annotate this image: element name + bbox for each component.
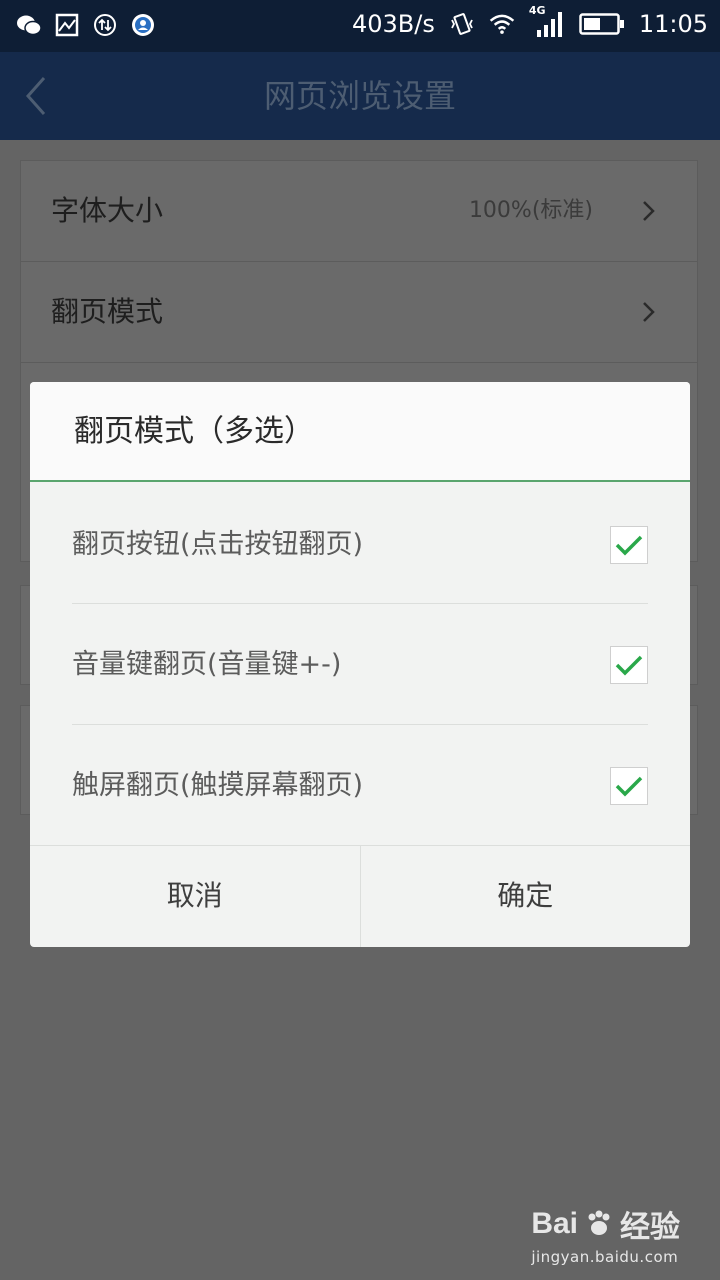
baidu-watermark: Bai 经验 jingyan.baidu.com	[531, 1202, 680, 1266]
watermark-brand-suffix: 经验	[620, 1211, 680, 1244]
option-label: 翻页按钮(点击按钮翻页)	[72, 529, 364, 560]
status-bar: 403B/s 4G 11:05	[0, 0, 720, 52]
watermark-url: jingyan.baidu.com	[531, 1248, 679, 1266]
option-touch-screen[interactable]: 触屏翻页(触摸屏幕翻页)	[72, 726, 648, 846]
option-page-button[interactable]: 翻页按钮(点击按钮翻页)	[72, 485, 648, 605]
font-size-label: 字体大小	[51, 194, 164, 227]
sync-icon	[92, 12, 118, 38]
option-label: 触屏翻页(触摸屏幕翻页)	[72, 770, 364, 801]
confirm-button[interactable]: 确定	[359, 846, 691, 947]
wifi-icon	[489, 11, 515, 37]
app-icon	[130, 12, 156, 38]
clock: 11:05	[638, 10, 708, 38]
cancel-button[interactable]: 取消	[30, 846, 360, 947]
check-icon	[615, 535, 643, 556]
font-size-value: 100%(标准)	[468, 198, 593, 223]
image-icon	[54, 12, 80, 38]
battery-icon	[579, 11, 625, 37]
wechat-icon	[16, 12, 42, 38]
divider	[72, 603, 648, 604]
settings-row-font-size[interactable]: 字体大小 100%(标准)	[21, 161, 697, 262]
net-speed: 403B/s	[351, 10, 435, 38]
option-volume-key[interactable]: 音量键翻页(音量键+-)	[72, 605, 648, 725]
page-turn-dialog: 翻页模式（多选） 翻页按钮(点击按钮翻页) 音量键翻页(音量键+-) 触屏翻页(…	[30, 382, 690, 947]
paw-icon	[588, 1210, 610, 1235]
vibrate-icon	[449, 11, 475, 37]
dialog-buttons: 取消 确定	[30, 845, 690, 947]
option-label: 音量键翻页(音量键+-)	[72, 649, 342, 680]
settings-row-page-turn[interactable]: 翻页模式	[21, 262, 697, 363]
checkbox[interactable]	[610, 767, 648, 805]
divider	[72, 724, 648, 725]
checkbox[interactable]	[610, 526, 648, 564]
check-icon	[615, 776, 643, 797]
page-title: 网页浏览设置	[263, 77, 456, 115]
chevron-right-icon	[643, 302, 655, 322]
signal-icon: 4G	[529, 4, 565, 38]
page-turn-label: 翻页模式	[51, 295, 164, 328]
check-icon	[615, 655, 643, 676]
dialog-title: 翻页模式（多选）	[74, 414, 314, 449]
dialog-header: 翻页模式（多选）	[30, 382, 690, 482]
watermark-brand: Bai	[531, 1207, 578, 1240]
chevron-right-icon	[643, 201, 655, 221]
app-bar: 网页浏览设置	[0, 52, 720, 140]
checkbox[interactable]	[610, 646, 648, 684]
